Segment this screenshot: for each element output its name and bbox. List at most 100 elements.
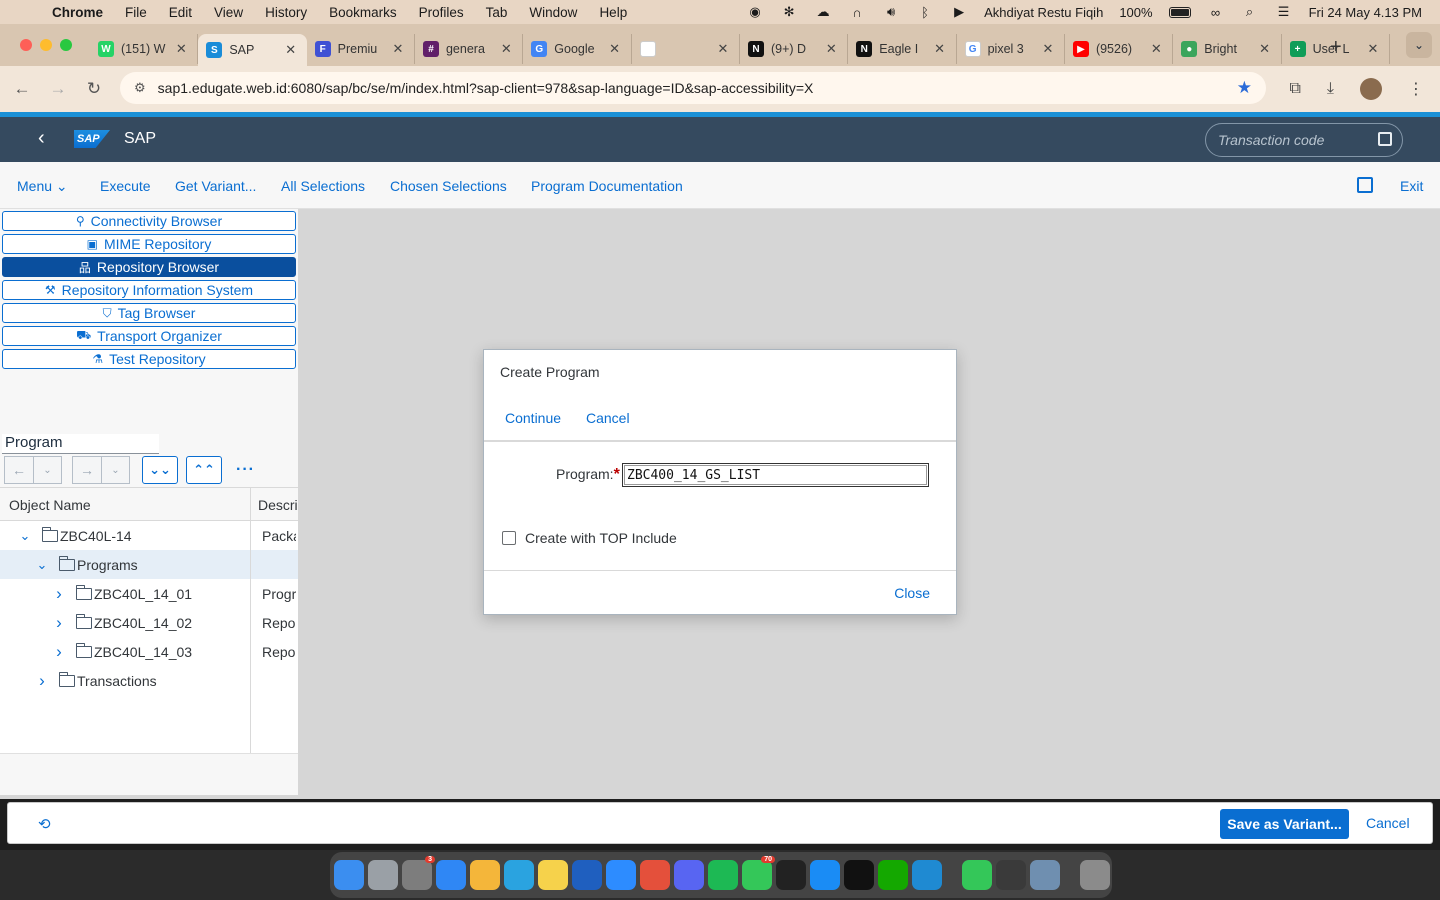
reload-icon[interactable]: ↻ bbox=[76, 79, 112, 99]
browser-tab[interactable]: ▶ (9526) ✕ bbox=[1065, 34, 1174, 64]
bookmark-star-icon[interactable]: ★ bbox=[1237, 78, 1252, 98]
notes-icon[interactable] bbox=[538, 860, 568, 890]
link-icon[interactable]: ∞ bbox=[1207, 5, 1225, 20]
clock[interactable]: Fri 24 May 4.13 PM bbox=[1309, 5, 1422, 20]
nav-button-test-repository[interactable]: ⚗ Test Repository bbox=[2, 349, 296, 369]
forward-icon[interactable]: → bbox=[40, 79, 76, 99]
zoom-window-icon[interactable] bbox=[60, 39, 72, 51]
close-tab-icon[interactable]: ✕ bbox=[1040, 41, 1056, 57]
expand-all-icon[interactable]: ⌄⌄ bbox=[142, 456, 178, 484]
volume-icon[interactable]: 🔊︎ bbox=[882, 4, 900, 19]
messages-icon[interactable]: 70 bbox=[742, 856, 775, 890]
tree-row[interactable]: ⌄ Programs bbox=[0, 550, 298, 579]
cancel-button[interactable]: Cancel bbox=[1366, 815, 1410, 831]
collapse-chevron-icon[interactable]: ⌄ bbox=[35, 557, 49, 573]
column-divider[interactable] bbox=[250, 487, 251, 753]
menu-file[interactable]: File bbox=[125, 5, 147, 20]
app-store-icon[interactable] bbox=[810, 860, 840, 890]
expand-chevron-icon[interactable]: › bbox=[52, 613, 66, 633]
vscode-icon[interactable] bbox=[912, 860, 942, 890]
new-tab-icon[interactable]: + bbox=[1330, 36, 1342, 59]
browser-tab[interactable]: # genera ✕ bbox=[415, 34, 524, 64]
headphones-icon[interactable]: ∩ bbox=[848, 5, 866, 20]
discord-icon[interactable] bbox=[674, 860, 704, 890]
top-include-label[interactable]: Create with TOP Include bbox=[525, 530, 677, 546]
upwork-icon[interactable] bbox=[878, 860, 908, 890]
battery-icon[interactable] bbox=[1168, 6, 1191, 18]
system-settings-icon[interactable]: 3 bbox=[402, 856, 435, 890]
print-icon[interactable] bbox=[1357, 177, 1373, 193]
creative-cloud-icon[interactable]: ☁ bbox=[814, 4, 832, 19]
col-description[interactable]: Descri bbox=[258, 497, 298, 513]
previous-history-dropdown[interactable]: ⌄ bbox=[34, 456, 62, 484]
message-popover-icon[interactable]: ⟲ bbox=[38, 815, 51, 833]
enter-tcode-icon[interactable] bbox=[1378, 132, 1392, 146]
browser-tab[interactable]: ● Bright ✕ bbox=[1173, 34, 1282, 64]
address-bar[interactable]: ⚙︎ sap1.edugate.web.id:6080/sap/bc/se/m/… bbox=[120, 72, 1266, 104]
url-text[interactable]: sap1.edugate.web.id:6080/sap/bc/se/m/ind… bbox=[158, 80, 814, 96]
menu-edit[interactable]: Edit bbox=[169, 5, 192, 20]
nav-button-mime-repository[interactable]: ▣ MIME Repository bbox=[2, 234, 296, 254]
close-tab-icon[interactable]: ✕ bbox=[390, 41, 406, 57]
tree-item-name[interactable]: ZBC40L_14_02 bbox=[94, 615, 192, 631]
user-name[interactable]: Akhdiyat Restu Fiqih bbox=[984, 5, 1103, 20]
browser-tab[interactable]: N Eagle I ✕ bbox=[848, 34, 957, 64]
minimize-window-icon[interactable] bbox=[40, 39, 52, 51]
chosen-selections-button[interactable]: Chosen Selections bbox=[390, 178, 507, 194]
more-menu-icon[interactable]: ⋮ bbox=[1408, 79, 1424, 99]
all-selections-button[interactable]: All Selections bbox=[281, 178, 365, 194]
tree-row[interactable]: ⌄ ZBC40L-14 Packa bbox=[0, 521, 298, 550]
more-options-icon[interactable]: ··· bbox=[236, 461, 255, 479]
browser-tab[interactable]: ✕ bbox=[632, 34, 740, 64]
tab-search-icon[interactable]: ⌄ bbox=[1406, 32, 1432, 58]
nav-button-connectivity-browser[interactable]: ⚲ Connectivity Browser bbox=[2, 211, 296, 231]
close-tab-icon[interactable]: ✕ bbox=[1257, 41, 1273, 57]
zoom-icon[interactable] bbox=[606, 860, 636, 890]
get-variant-button[interactable]: Get Variant... bbox=[175, 178, 256, 194]
tree-item-name[interactable]: Transactions bbox=[77, 673, 157, 689]
tree-item-name[interactable]: ZBC40L_14_03 bbox=[94, 644, 192, 660]
photos-icon[interactable] bbox=[470, 860, 500, 890]
facetime-icon[interactable] bbox=[962, 860, 992, 890]
col-object-name[interactable]: Object Name bbox=[9, 497, 91, 513]
collapse-chevron-icon[interactable]: ⌄ bbox=[18, 528, 32, 544]
next-history-dropdown[interactable]: ⌄ bbox=[102, 456, 130, 484]
control-center-icon[interactable]: ☰ bbox=[1275, 4, 1293, 19]
menu-bookmarks[interactable]: Bookmarks bbox=[329, 5, 397, 20]
menu-view[interactable]: View bbox=[214, 5, 243, 20]
download-icon[interactable]: ⤓ bbox=[1327, 80, 1334, 98]
nav-button-repository-information-system[interactable]: ⚒ Repository Information System bbox=[2, 280, 296, 300]
site-info-icon[interactable]: ⚙︎ bbox=[134, 80, 146, 96]
profile-avatar[interactable] bbox=[1360, 78, 1382, 100]
tree-item-name[interactable]: ZBC40L-14 bbox=[60, 528, 132, 544]
collapse-all-icon[interactable]: ⌃⌃ bbox=[186, 456, 222, 484]
transaction-code-input[interactable]: Transaction code bbox=[1205, 123, 1403, 157]
close-tab-icon[interactable]: ✕ bbox=[1365, 41, 1381, 57]
sap-logo[interactable]: SAP bbox=[74, 130, 110, 148]
upwork-status-icon[interactable]: ◉ bbox=[746, 4, 764, 19]
close-tab-icon[interactable]: ✕ bbox=[283, 42, 299, 58]
tree-row[interactable]: › ZBC40L_14_02 Repor bbox=[0, 608, 298, 637]
spotify-icon[interactable] bbox=[708, 860, 738, 890]
save-as-variant-button[interactable]: Save as Variant... bbox=[1220, 809, 1349, 839]
tree-item-name[interactable]: ZBC40L_14_01 bbox=[94, 586, 192, 602]
menu-chrome[interactable]: Chrome bbox=[52, 5, 103, 20]
menu-tab[interactable]: Tab bbox=[486, 5, 508, 20]
previous-object-icon[interactable]: ← bbox=[4, 456, 34, 484]
figma-status-icon[interactable]: ✻ bbox=[780, 4, 798, 19]
object-type-select[interactable]: Program bbox=[2, 434, 159, 454]
terminal-icon[interactable] bbox=[844, 860, 874, 890]
program-name-input[interactable] bbox=[622, 463, 929, 487]
nav-button-tag-browser[interactable]: ⛉ Tag Browser bbox=[2, 303, 296, 323]
spotlight-icon[interactable]: ⌕ bbox=[1241, 4, 1259, 19]
menu-window[interactable]: Window bbox=[529, 5, 577, 20]
browser-tab[interactable]: G Google ✕ bbox=[523, 34, 632, 64]
next-object-icon[interactable]: → bbox=[72, 456, 102, 484]
nav-button-repository-browser[interactable]: 品 Repository Browser bbox=[2, 257, 296, 277]
finder-icon[interactable] bbox=[334, 860, 364, 890]
menu-help[interactable]: Help bbox=[599, 5, 627, 20]
menu-history[interactable]: History bbox=[265, 5, 307, 20]
tree-item-name[interactable]: Programs bbox=[77, 557, 138, 573]
close-tab-icon[interactable]: ✕ bbox=[173, 41, 189, 57]
close-tab-icon[interactable]: ✕ bbox=[607, 41, 623, 57]
